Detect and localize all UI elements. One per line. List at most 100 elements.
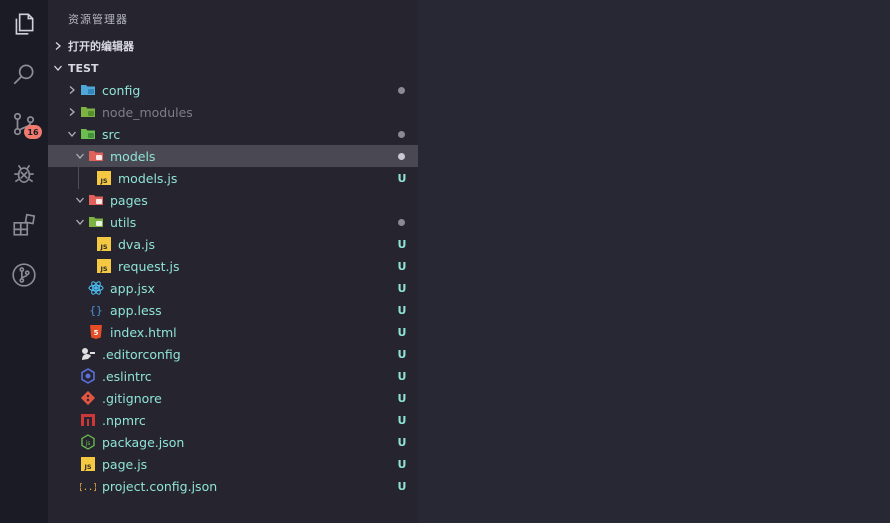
eslint-file-icon	[80, 368, 96, 384]
tree-item-label: .npmrc	[102, 412, 146, 428]
tree-file[interactable]: {..} project.config.json U	[48, 475, 418, 497]
tree-file[interactable]: 5 index.html U	[48, 321, 418, 343]
tree-item-label: .editorconfig	[102, 346, 181, 362]
tree-item-label: index.html	[110, 324, 177, 340]
chevron-down-icon[interactable]	[64, 129, 80, 139]
git-status-badge: U	[397, 369, 407, 383]
open-editors-header[interactable]: 打开的编辑器	[48, 35, 418, 57]
git-status-badge: U	[397, 325, 407, 339]
chevron-down-icon	[48, 63, 68, 73]
tree-item-label: config	[102, 82, 141, 98]
tree-folder[interactable]: pages	[48, 189, 418, 211]
git-status-badge: U	[397, 347, 407, 361]
tree-folder[interactable]: config	[48, 79, 418, 101]
modified-dot	[398, 219, 405, 226]
tree-file[interactable]: JS dva.js U	[48, 233, 418, 255]
react-file-icon	[88, 280, 104, 296]
debug-icon[interactable]	[10, 160, 38, 188]
git-status-badge: U	[397, 303, 407, 317]
extensions-icon[interactable]	[10, 211, 38, 239]
folder-icon	[88, 148, 104, 164]
js-file-icon: JS	[80, 456, 96, 472]
chevron-right-icon	[48, 41, 68, 51]
git-status-badge: U	[397, 281, 407, 295]
tree-file[interactable]: app.jsx U	[48, 277, 418, 299]
folder-icon	[80, 126, 96, 142]
svg-text:{..}: {..}	[80, 483, 96, 493]
chevron-down-icon[interactable]	[72, 195, 88, 205]
git-status-badge: U	[397, 171, 407, 185]
search-icon[interactable]	[10, 60, 38, 88]
html-file-icon: 5	[88, 324, 104, 340]
folder-icon	[88, 214, 104, 230]
tree-folder[interactable]: node_modules	[48, 101, 418, 123]
editorconfig-file-icon	[80, 346, 96, 362]
sidebar-title: 资源管理器	[68, 13, 128, 26]
tree-file[interactable]: JS models.js U	[48, 167, 418, 189]
tree-item-label: .gitignore	[102, 390, 162, 406]
tree-item-label: request.js	[118, 258, 180, 274]
tree-folder[interactable]: models	[48, 145, 418, 167]
modified-dot	[398, 87, 405, 94]
open-editors-label: 打开的编辑器	[68, 40, 134, 53]
tree-file[interactable]: .gitignore U	[48, 387, 418, 409]
folder-icon	[80, 104, 96, 120]
js-file-icon: JS	[96, 236, 112, 252]
modified-dot	[398, 131, 405, 138]
tree-item-label: app.less	[110, 302, 162, 318]
svg-text:JS: JS	[99, 265, 107, 273]
workspace-label: TEST	[68, 61, 99, 75]
tree-item-label: node_modules	[102, 104, 193, 120]
svg-text:{}: {}	[89, 304, 102, 317]
svg-text:JS: JS	[99, 243, 107, 251]
tree-item-label: package.json	[102, 434, 185, 450]
tree-file[interactable]: JS request.js U	[48, 255, 418, 277]
explorer-icon[interactable]	[10, 10, 38, 38]
tree-file[interactable]: .npmrc U	[48, 409, 418, 431]
npm-file-icon	[80, 412, 96, 428]
git-status-badge: U	[397, 457, 407, 471]
chevron-right-icon[interactable]	[64, 107, 80, 117]
chevron-down-icon[interactable]	[72, 217, 88, 227]
git-status-badge: U	[397, 479, 407, 493]
git-file-icon	[80, 390, 96, 406]
tree-folder[interactable]: src	[48, 123, 418, 145]
folder-icon	[88, 192, 104, 208]
tree-item-label: dva.js	[118, 236, 155, 252]
tree-item-label: utils	[110, 214, 137, 230]
git-status-badge: U	[397, 259, 407, 273]
source-control-badge: 16	[24, 125, 42, 139]
git-status-badge: U	[397, 391, 407, 405]
folder-icon	[80, 82, 96, 98]
tree-file[interactable]: .eslintrc U	[48, 365, 418, 387]
json-file-icon: {..}	[80, 478, 96, 494]
tree-file[interactable]: {} app.less U	[48, 299, 418, 321]
chevron-down-icon[interactable]	[72, 151, 88, 161]
tree-item-label: src	[102, 126, 121, 142]
git-graph-icon[interactable]	[10, 261, 38, 289]
tree-item-label: app.jsx	[110, 280, 155, 296]
node-file-icon: js	[80, 434, 96, 450]
activity-bar: 16	[0, 0, 48, 523]
tree-file[interactable]: JS page.js U	[48, 453, 418, 475]
tree-item-label: models.js	[118, 170, 178, 186]
tree-folder[interactable]: utils	[48, 211, 418, 233]
tree-file[interactable]: .editorconfig U	[48, 343, 418, 365]
svg-text:js: js	[85, 440, 91, 447]
js-file-icon: JS	[96, 170, 112, 186]
explorer-sidebar: 资源管理器 打开的编辑器 TEST config node_modulessrc m…	[48, 0, 418, 523]
js-file-icon: JS	[96, 258, 112, 274]
workspace-header[interactable]: TEST	[48, 57, 418, 79]
git-status-badge: U	[397, 413, 407, 427]
editor-area[interactable]	[418, 0, 890, 523]
modified-dot	[398, 153, 405, 160]
tree-file[interactable]: js package.json U	[48, 431, 418, 453]
git-status-badge: U	[397, 435, 407, 449]
tree-item-label: page.js	[102, 456, 148, 472]
svg-text:JS: JS	[83, 463, 91, 471]
svg-text:5: 5	[94, 329, 99, 337]
tree-item-label: .eslintrc	[102, 368, 152, 384]
git-status-badge: U	[397, 237, 407, 251]
chevron-right-icon[interactable]	[64, 85, 80, 95]
tree-item-label: project.config.json	[102, 478, 218, 494]
